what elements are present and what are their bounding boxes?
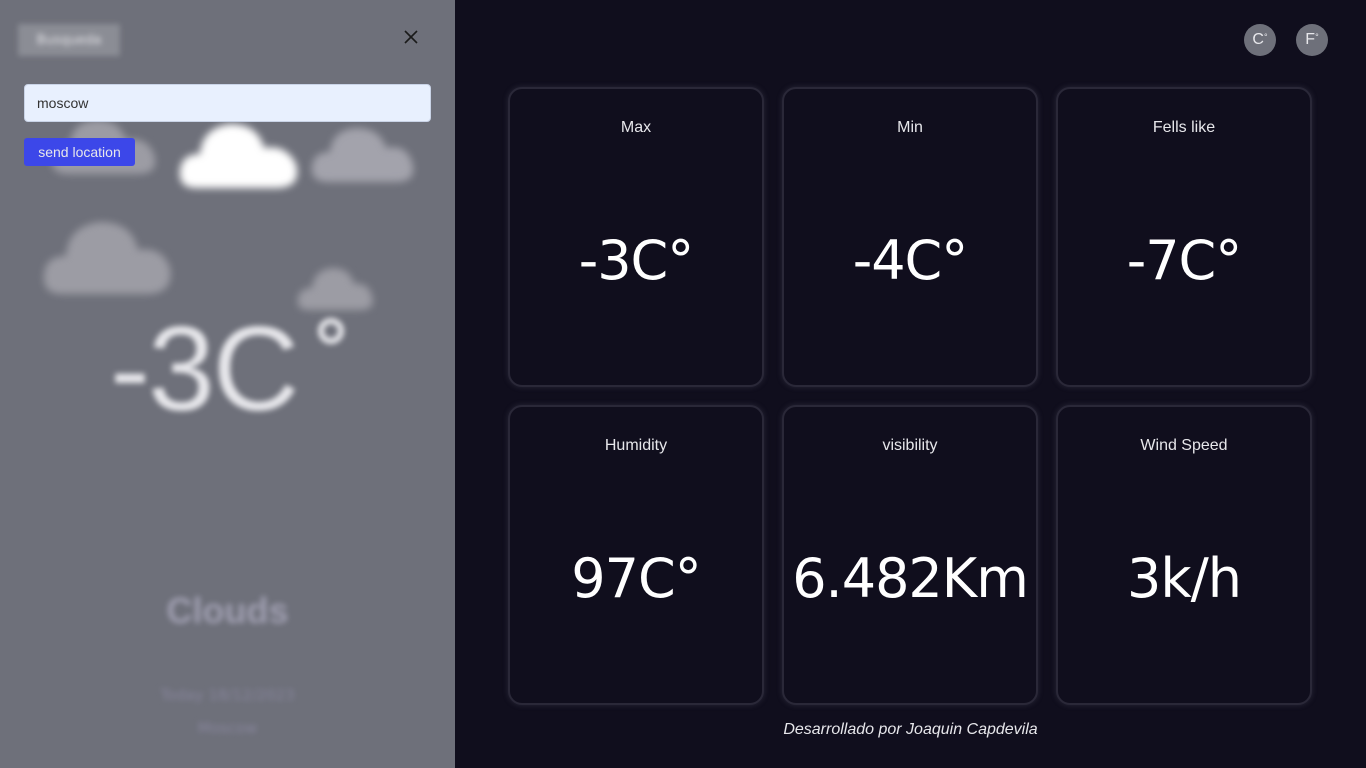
weather-condition: Clouds [166, 590, 289, 631]
celsius-button[interactable]: C ° [1244, 24, 1276, 56]
card-value: 97C° [571, 547, 701, 610]
card-label: Max [620, 119, 652, 136]
card-min: Min -4C° [782, 87, 1038, 387]
search-toggle-button[interactable]: Busqueda [18, 24, 120, 56]
card-visibility: visibility 6.482Km [782, 405, 1038, 705]
current-date: Today 18/12/2023 [160, 686, 295, 704]
card-value: 6.482Km [792, 547, 1029, 610]
cloud-icon [179, 124, 298, 188]
degree-symbol [318, 318, 344, 344]
celsius-label: C [1252, 31, 1264, 48]
card-max: Max -3C° [508, 87, 764, 387]
current-location: Moscow [197, 719, 258, 737]
card-value: 3k/h [1126, 547, 1242, 610]
card-value: -3C° [578, 229, 695, 292]
card-label: Min [897, 119, 923, 136]
card-value: -4C° [852, 229, 969, 292]
close-icon [404, 30, 418, 44]
cloud-icon [297, 268, 373, 310]
card-feels-like: Fells like -7C° [1056, 87, 1312, 387]
cloud-icon [43, 222, 171, 294]
card-wind-speed: Wind Speed 3k/h [1056, 405, 1312, 705]
card-label: Fells like [1152, 119, 1216, 136]
card-label: Wind Speed [1140, 437, 1228, 454]
search-input[interactable] [24, 84, 431, 122]
send-location-button[interactable]: send location [24, 138, 135, 166]
close-search-button[interactable] [398, 24, 424, 50]
footer-credit: Desarrollado por Joaquin Capdevila [783, 721, 1038, 738]
card-humidity: Humidity 97C° [508, 405, 764, 705]
card-value: -7C° [1126, 229, 1243, 292]
fahrenheit-label: F [1305, 31, 1316, 48]
card-label: Humidity [604, 437, 668, 454]
current-temperature: -3C [110, 302, 299, 436]
cloud-icon [311, 128, 414, 182]
fahrenheit-button[interactable]: F ° [1296, 24, 1328, 56]
card-label: visibility [882, 437, 938, 454]
sidebar: Busqueda send location -3C Clouds Today … [0, 0, 455, 768]
